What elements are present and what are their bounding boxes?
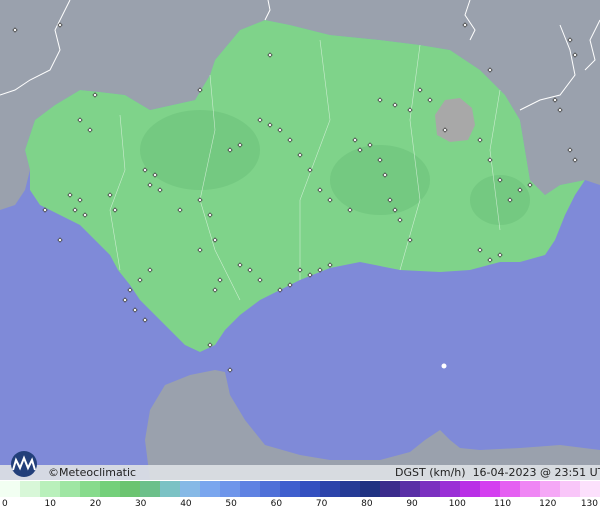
- scale-swatch: [280, 481, 300, 497]
- scale-swatch: [60, 481, 80, 497]
- scale-swatch: [200, 481, 220, 497]
- brand-name: Meteoclimatic: [59, 466, 137, 479]
- scale-swatch: [220, 481, 240, 497]
- copyright-symbol: ©: [48, 466, 59, 479]
- map-canvas[interactable]: [0, 0, 600, 480]
- scale-tick-label: 130: [580, 499, 598, 509]
- scale-swatch: [20, 481, 40, 497]
- scale-swatch: [380, 481, 400, 497]
- scale-swatch: [300, 481, 320, 497]
- scale-tick-label: 20: [89, 499, 102, 509]
- meteoclimatic-logo-icon: [11, 451, 37, 477]
- scale-tick-label: 60: [270, 499, 283, 509]
- scale-swatch: [180, 481, 200, 497]
- color-scale-bar: [0, 481, 600, 497]
- scale-tick-label: 30: [134, 499, 147, 509]
- scale-swatch: [120, 481, 140, 497]
- timestamp: 16-04-2023 @ 23:51 UTC: [472, 466, 600, 479]
- scale-swatch: [160, 481, 180, 497]
- scale-tick-label: 80: [361, 499, 373, 509]
- island-marker: [441, 363, 447, 369]
- scale-tick-label: 100: [448, 499, 466, 509]
- scale-swatch: [340, 481, 360, 497]
- highland-shade: [140, 110, 260, 190]
- scale-swatch: [140, 481, 160, 497]
- scale-tick-label: 0: [2, 499, 8, 509]
- parameter-code: DGST: [395, 466, 426, 479]
- scale-tick-label: 40: [180, 499, 192, 509]
- scale-swatch: [540, 481, 560, 497]
- scale-swatch: [460, 481, 480, 497]
- scale-swatch: [560, 481, 580, 497]
- scale-swatch: [80, 481, 100, 497]
- scale-swatch: [40, 481, 60, 497]
- scale-swatch: [520, 481, 540, 497]
- scale-swatch: [500, 481, 520, 497]
- scale-swatch: [240, 481, 260, 497]
- scale-tick-label: 10: [44, 499, 56, 509]
- scale-swatch: [480, 481, 500, 497]
- scale-swatch: [360, 481, 380, 497]
- scale-tick-label: 120: [539, 499, 557, 509]
- scale-swatch: [100, 481, 120, 497]
- parameter-label: DGST (km/h) 16-04-2023 @ 23:51 UTC: [395, 466, 600, 479]
- scale-tick-label: 90: [406, 499, 418, 509]
- scale-swatch: [580, 481, 600, 497]
- color-scale-labels: 0 10 20 30 40 50 60 70 80 90 100 110 120 130: [0, 499, 600, 515]
- brand-label: ©Meteoclimatic: [48, 466, 136, 479]
- scale-swatch: [260, 481, 280, 497]
- scale-swatch: [420, 481, 440, 497]
- scale-swatch: [0, 481, 20, 497]
- scale-tick-label: 70: [315, 499, 328, 509]
- scale-swatch: [440, 481, 460, 497]
- scale-swatch: [400, 481, 420, 497]
- scale-tick-label: 110: [493, 499, 512, 509]
- scale-tick-label: 50: [225, 499, 237, 509]
- scale-swatch: [320, 481, 340, 497]
- highland-shade: [330, 145, 430, 215]
- parameter-unit: (km/h): [429, 466, 466, 479]
